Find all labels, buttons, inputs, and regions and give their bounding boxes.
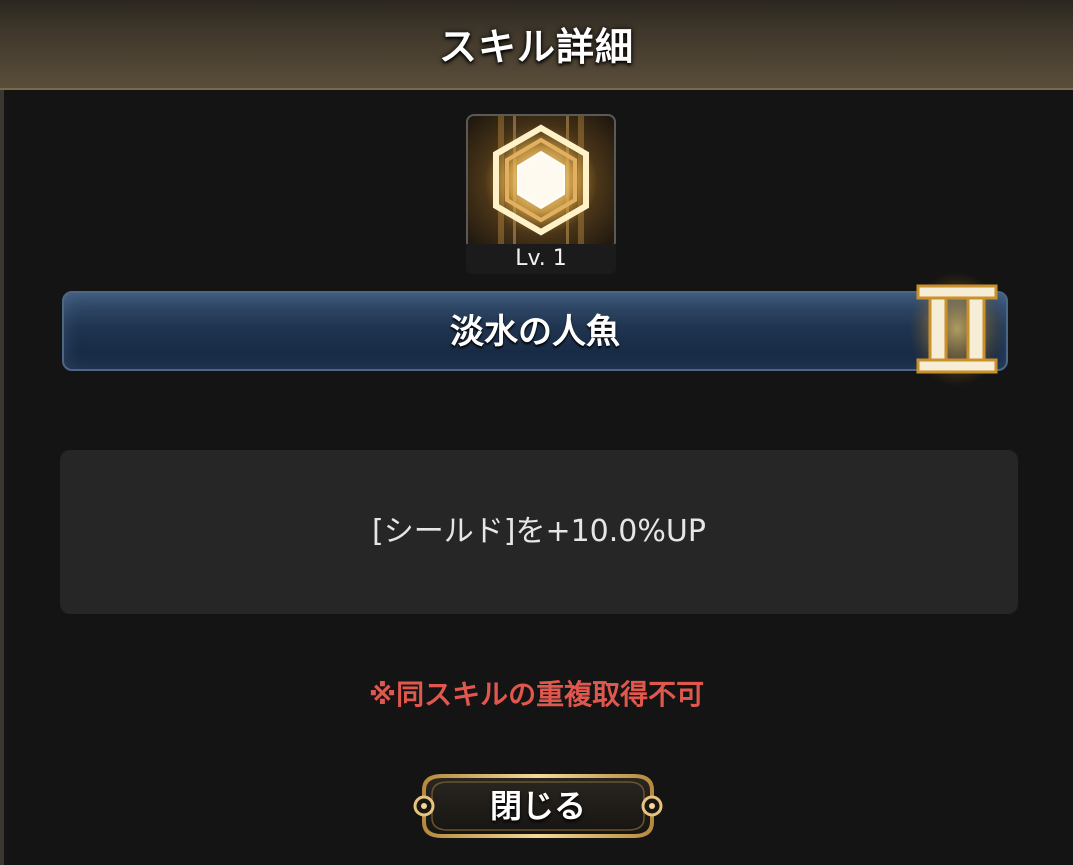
hexagon-gem-icon xyxy=(483,116,599,248)
skill-icon-frame xyxy=(466,114,616,250)
roman-numeral-two-badge-icon xyxy=(908,268,1006,390)
skill-name: 淡水の人魚 xyxy=(450,312,620,352)
dialog-title: スキル詳細 xyxy=(438,25,634,69)
close-button-label: 閉じる xyxy=(489,787,586,825)
dialog-edge xyxy=(0,0,4,865)
close-button[interactable]: 閉じる xyxy=(412,770,664,842)
skill-icon: Lv. 1 xyxy=(466,114,616,274)
duplicate-warning: ※同スキルの重複取得不可 xyxy=(368,678,705,711)
skill-description: [シールド]を+10.0%UP xyxy=(372,514,706,549)
skill-level-label: Lv. 1 xyxy=(466,244,616,274)
skill-detail-dialog: スキル詳細 Lv. 1 淡水の人魚 [シールド]を+10.0%UP ※同スキルの… xyxy=(0,0,1073,865)
